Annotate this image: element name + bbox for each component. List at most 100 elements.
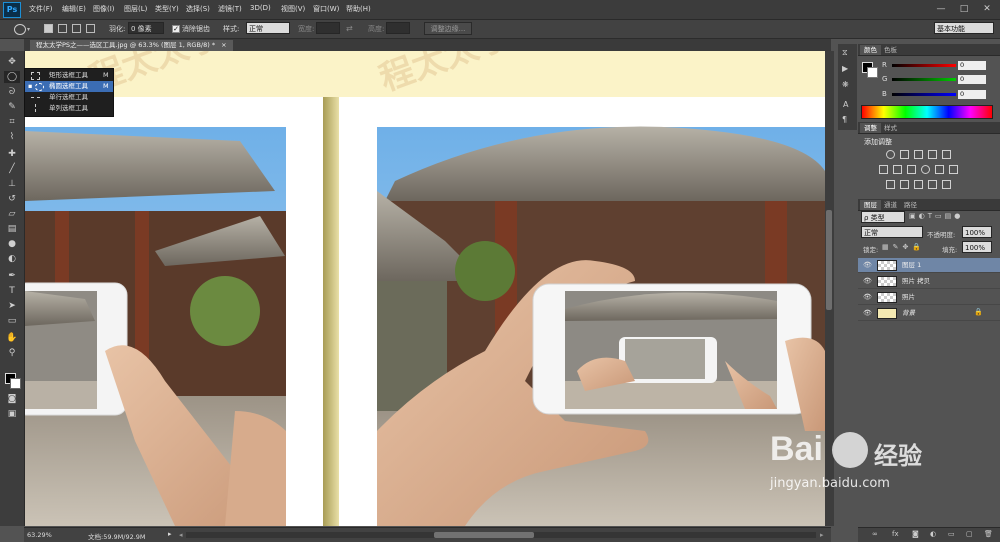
horizontal-scroll-thumb[interactable] <box>434 532 534 538</box>
gradient-map-icon[interactable] <box>942 180 951 189</box>
layer-row[interactable]: 👁 照片 <box>858 290 1000 305</box>
quick-select-tool-icon[interactable]: ✎ <box>4 101 20 113</box>
color-spectrum-bar[interactable] <box>861 105 993 119</box>
menu-filter[interactable]: 滤镜(T) <box>218 4 242 14</box>
swatches-brush-icon[interactable]: ❋ <box>842 80 849 89</box>
paragraph-icon[interactable]: ¶ <box>842 115 847 124</box>
menu-window[interactable]: 窗口(W) <box>313 4 339 14</box>
gradient-tool-icon[interactable]: ▤ <box>4 223 20 235</box>
flyout-item-single-row-marquee[interactable]: 单行选框工具 <box>25 92 113 103</box>
brush-tool-icon[interactable]: ╱ <box>4 163 20 175</box>
hand-tool-icon[interactable]: ✋ <box>4 332 20 344</box>
adjustment-icon[interactable]: ◐ <box>930 530 936 538</box>
layer-row[interactable]: 👁 背景 🔒 <box>858 306 1000 321</box>
menu-file[interactable]: 文件(F) <box>29 4 53 14</box>
eraser-tool-icon[interactable]: ▱ <box>4 208 20 220</box>
tab-paths[interactable]: 路径 <box>900 200 921 210</box>
blue-channel-value[interactable]: 0 <box>958 90 986 99</box>
scroll-left-icon[interactable]: ◂ <box>179 531 183 539</box>
type-tool-icon[interactable]: T <box>4 285 20 297</box>
flyout-item-ellipse-marquee[interactable]: ▪ 椭圆选框工具 M <box>25 81 113 92</box>
ellipse-marquee-preset-icon[interactable] <box>14 24 26 35</box>
status-menu-arrow-icon[interactable]: ▸ <box>168 530 172 538</box>
visibility-eye-icon[interactable]: 👁 <box>863 293 872 301</box>
screen-mode-icon[interactable]: ▣ <box>4 408 20 420</box>
workspace-select[interactable]: 基本功能 <box>934 22 994 34</box>
height-input[interactable] <box>386 22 410 34</box>
fx-icon[interactable]: fx <box>892 530 899 538</box>
visibility-eye-icon[interactable]: 👁 <box>863 309 872 317</box>
ellipse-marquee-tool-icon[interactable]: ◯ <box>4 71 20 83</box>
tab-swatches[interactable]: 色板 <box>880 45 901 55</box>
folder-icon[interactable]: ▭ <box>948 530 955 538</box>
style-select[interactable]: 正常 <box>246 22 290 34</box>
blur-tool-icon[interactable]: ● <box>4 238 20 250</box>
document-tab[interactable]: 程太太学PS之——选区工具.jpg @ 63.3% (图层 1, RGB/8) … <box>30 40 233 51</box>
invert-icon[interactable] <box>886 180 895 189</box>
menu-select[interactable]: 选择(S) <box>186 4 210 14</box>
layer-row[interactable]: 👁 图层 1 <box>858 258 1000 273</box>
menu-image[interactable]: 图像(I) <box>93 4 115 14</box>
chevron-down-icon[interactable]: ▾ <box>27 26 30 33</box>
crop-tool-icon[interactable]: ⌗ <box>4 116 20 128</box>
color-balance-icon[interactable] <box>893 165 902 174</box>
maximize-button[interactable]: □ <box>953 3 975 15</box>
green-channel-value[interactable]: 0 <box>958 75 986 84</box>
visibility-eye-icon[interactable]: 👁 <box>863 261 872 269</box>
swap-dimensions-icon[interactable]: ⇄ <box>346 24 353 33</box>
history-icon[interactable]: ⧖ <box>842 48 848 58</box>
opacity-input[interactable]: 100% <box>962 226 992 238</box>
brightness-contrast-icon[interactable] <box>886 150 895 159</box>
refine-edge-button[interactable]: 调整边缘... <box>424 22 472 35</box>
photo-filter-icon[interactable] <box>921 165 930 174</box>
lock-options-icons[interactable]: ▦✎✥🔒 <box>882 243 925 251</box>
tab-adjustments[interactable]: 调整 <box>860 123 881 133</box>
layer-filter-select[interactable]: ρ 类型 <box>861 211 905 223</box>
channel-mixer-icon[interactable] <box>935 165 944 174</box>
width-input[interactable] <box>316 22 340 34</box>
minimize-button[interactable]: — <box>930 3 952 15</box>
threshold-icon[interactable] <box>914 180 923 189</box>
character-icon[interactable]: A <box>843 100 848 109</box>
feather-input[interactable]: 0 像素 <box>128 22 164 34</box>
new-layer-icon[interactable]: ▢ <box>966 530 973 538</box>
scroll-right-icon[interactable]: ▸ <box>820 531 824 539</box>
layer-filter-icons[interactable]: ▣◐T▭▤● <box>909 212 989 221</box>
red-channel-value[interactable]: 0 <box>958 61 986 70</box>
add-selection-icon[interactable] <box>58 24 67 33</box>
menu-help[interactable]: 帮助(H) <box>346 4 371 14</box>
curves-icon[interactable] <box>914 150 923 159</box>
background-color-swatch[interactable] <box>10 378 21 389</box>
visibility-eye-icon[interactable]: 👁 <box>863 277 872 285</box>
antialias-checkbox[interactable]: ✓ <box>172 25 180 33</box>
history-brush-icon[interactable]: ↺ <box>4 193 20 205</box>
levels-icon[interactable] <box>900 150 909 159</box>
move-tool-icon[interactable]: ✥ <box>4 56 20 68</box>
tab-channels[interactable]: 通道 <box>880 200 901 210</box>
dodge-tool-icon[interactable]: ◐ <box>4 253 20 265</box>
clone-stamp-icon[interactable]: ⊥ <box>4 178 20 190</box>
pen-tool-icon[interactable]: ✒ <box>4 270 20 282</box>
rectangle-shape-icon[interactable]: ▭ <box>4 315 20 327</box>
menu-3d[interactable]: 3D(D) <box>250 4 271 12</box>
path-select-icon[interactable]: ➤ <box>4 300 20 312</box>
quick-mask-icon[interactable]: ◙ <box>4 393 20 405</box>
menu-layer[interactable]: 图层(L) <box>124 4 147 14</box>
tab-color[interactable]: 颜色 <box>860 45 881 55</box>
posterize-icon[interactable] <box>900 180 909 189</box>
blend-mode-select[interactable]: 正常 <box>861 226 923 238</box>
selective-color-icon[interactable] <box>928 180 937 189</box>
hue-saturation-icon[interactable] <box>879 165 888 174</box>
vibrance-icon[interactable] <box>942 150 951 159</box>
mask-icon[interactable]: ◙ <box>912 530 919 538</box>
link-layers-icon[interactable]: ∞ <box>872 530 878 538</box>
red-channel-slider[interactable] <box>892 64 956 67</box>
zoom-level[interactable]: 63.29% <box>27 531 52 539</box>
eyedropper-tool-icon[interactable]: ⌇ <box>4 131 20 143</box>
layer-row[interactable]: 👁 照片 拷贝 <box>858 274 1000 289</box>
menu-type[interactable]: 类型(Y) <box>155 4 179 14</box>
blue-channel-slider[interactable] <box>892 93 956 96</box>
close-window-button[interactable]: ✕ <box>976 3 998 15</box>
new-selection-icon[interactable] <box>44 24 53 33</box>
intersect-selection-icon[interactable] <box>86 24 95 33</box>
